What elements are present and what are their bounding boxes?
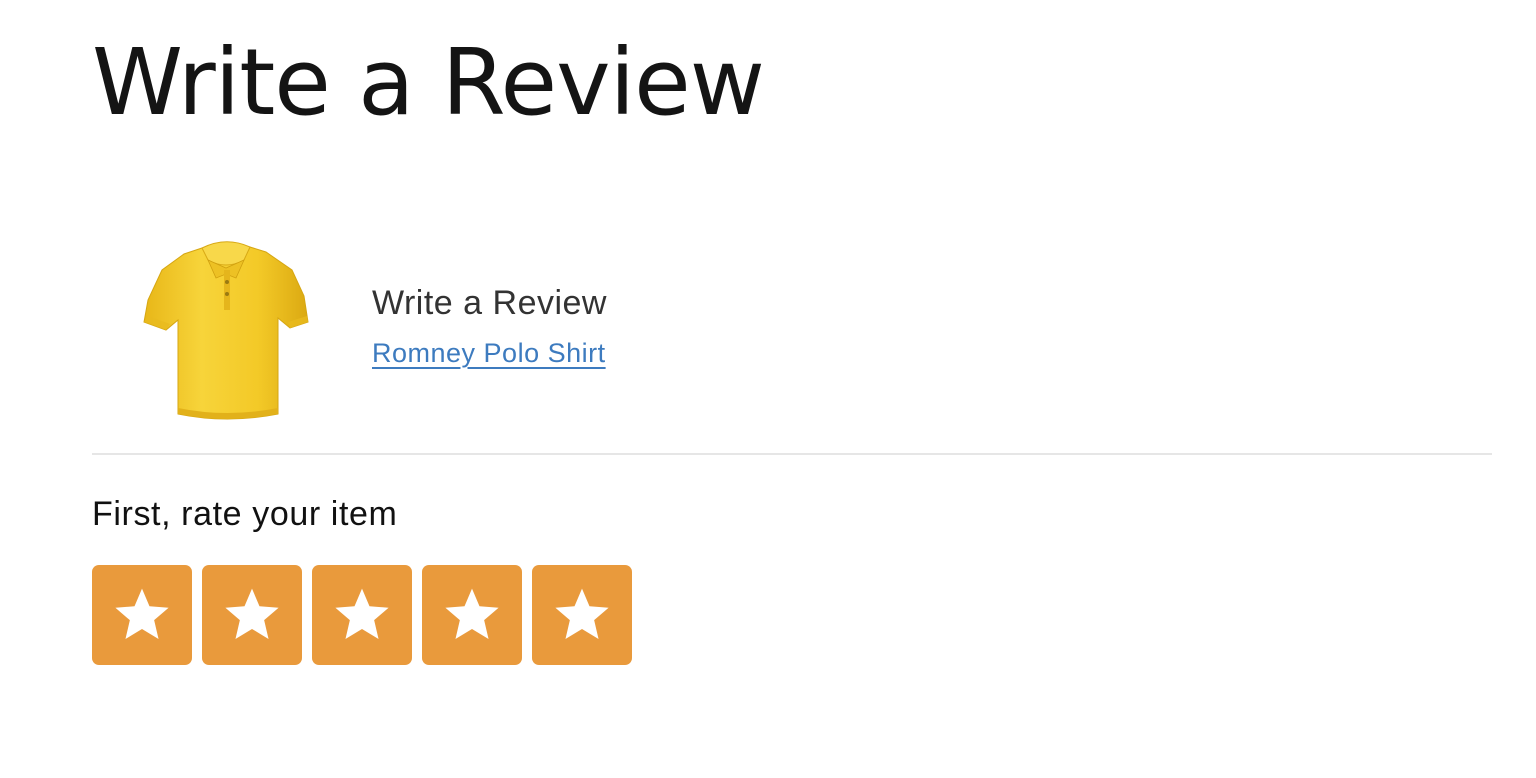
star-rating-button-5[interactable]	[532, 565, 632, 665]
product-summary: Write a Review Romney Polo Shirt	[92, 225, 1492, 430]
star-rating-button-2[interactable]	[202, 565, 302, 665]
rating-prompt: First, rate your item	[92, 495, 398, 533]
product-image	[132, 230, 322, 425]
star-icon	[445, 588, 499, 640]
section-divider	[92, 453, 1492, 455]
star-icon	[555, 588, 609, 640]
polo-shirt-icon	[143, 241, 309, 420]
star-rating	[92, 565, 632, 665]
star-rating-button-1[interactable]	[92, 565, 192, 665]
product-heading: Write a Review	[372, 284, 607, 322]
star-rating-button-3[interactable]	[312, 565, 412, 665]
page-title: Write a Review	[92, 29, 765, 136]
product-info: Write a Review Romney Polo Shirt	[372, 283, 607, 369]
star-icon	[335, 588, 389, 640]
star-icon	[115, 588, 169, 640]
star-icon	[225, 588, 279, 640]
product-name-link[interactable]: Romney Polo Shirt	[372, 338, 606, 369]
star-rating-button-4[interactable]	[422, 565, 522, 665]
